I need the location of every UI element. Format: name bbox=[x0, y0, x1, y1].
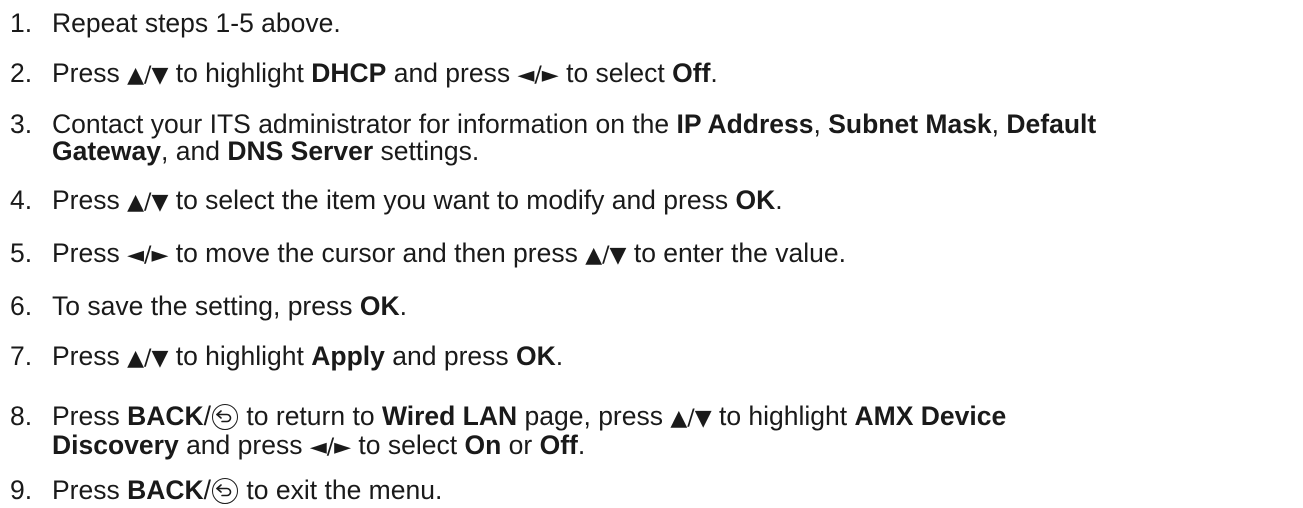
step-text: Press bbox=[52, 475, 128, 505]
step-text: to select the item you want to modify an… bbox=[168, 185, 736, 215]
step-text: and press bbox=[386, 58, 518, 88]
left-right-arrow-icon: ◄/► bbox=[127, 243, 169, 268]
step-number: 2. bbox=[10, 58, 33, 88]
step-text-line: Repeat steps 1-5 above. bbox=[52, 8, 1303, 38]
step-number: 3. bbox=[10, 109, 33, 139]
up-down-arrow-icon: ▲/▼ bbox=[127, 190, 169, 215]
step-emphasis: OK bbox=[735, 185, 776, 215]
step-text-line: Press ▲/▼ to highlight Apply and press O… bbox=[52, 341, 1303, 374]
up-down-arrow-icon: ▲/▼ bbox=[127, 346, 169, 371]
step-text: / bbox=[203, 475, 212, 505]
step-text-line: Press ◄/► to move the cursor and then pr… bbox=[52, 238, 1303, 271]
step-emphasis: AMX Device bbox=[854, 401, 1007, 431]
step-emphasis: Subnet Mask bbox=[828, 109, 992, 139]
step-number: 9. bbox=[10, 475, 33, 505]
step-emphasis: On bbox=[464, 430, 502, 460]
step-item: 7. Press ▲/▼ to highlight Apply and press… bbox=[10, 341, 1303, 374]
back-icon bbox=[212, 404, 239, 430]
step-emphasis: OK bbox=[516, 341, 556, 371]
step-text: Press bbox=[52, 58, 128, 88]
up-down-arrow-icon: ▲/▼ bbox=[127, 63, 169, 88]
step-text: , bbox=[991, 109, 1007, 139]
step-text: Press bbox=[52, 185, 128, 215]
step-emphasis: Off bbox=[539, 430, 578, 460]
step-text: and press bbox=[178, 430, 310, 460]
step-text: to highlight bbox=[711, 401, 855, 431]
step-text: . bbox=[775, 185, 783, 215]
step-text: , bbox=[813, 109, 829, 139]
step-number: 7. bbox=[10, 341, 33, 371]
step-emphasis: Discovery bbox=[52, 430, 179, 460]
step-text: . bbox=[710, 58, 718, 88]
step-item: 6. To save the setting, press OK. bbox=[10, 291, 1303, 321]
step-text-line: Press ▲/▼ to select the item you want to… bbox=[52, 185, 1303, 218]
step-number: 8. bbox=[10, 401, 33, 431]
step-text-line: Press ▲/▼ to highlight DHCP and press ◄/… bbox=[52, 58, 1303, 91]
step-text: Repeat steps 1-5 above. bbox=[52, 8, 341, 38]
step-text: Press bbox=[52, 238, 128, 268]
step-item: 3. Contact your ITS administrator for inf… bbox=[10, 111, 1303, 165]
step-text: Press bbox=[52, 401, 128, 431]
left-right-arrow-icon: ◄/► bbox=[517, 63, 559, 88]
step-text-line: Press BACK/ to exit the menu. bbox=[52, 475, 1303, 505]
step-text: to move the cursor and then press bbox=[168, 238, 586, 268]
step-emphasis: OK bbox=[359, 291, 400, 321]
up-down-arrow-icon: ▲/▼ bbox=[585, 243, 627, 268]
left-right-arrow-icon: ◄/► bbox=[309, 435, 352, 460]
step-text-line: Press BACK/ to return to Wired LAN page,… bbox=[52, 403, 1303, 432]
step-text: and press bbox=[384, 341, 516, 371]
step-item: 5. Press ◄/► to move the cursor and then … bbox=[10, 238, 1303, 271]
step-text-line: Contact your ITS administrator for infor… bbox=[52, 111, 1303, 138]
step-text: settings. bbox=[373, 136, 480, 166]
step-text: / bbox=[203, 401, 212, 431]
step-emphasis: DHCP bbox=[311, 58, 387, 88]
step-emphasis: Apply bbox=[311, 341, 385, 371]
step-text: to highlight bbox=[168, 341, 312, 371]
step-text: . bbox=[555, 341, 564, 371]
step-emphasis: Wired LAN bbox=[381, 401, 518, 431]
step-text: . bbox=[399, 291, 407, 321]
step-text: to return to bbox=[239, 401, 382, 431]
step-text: or bbox=[501, 430, 540, 460]
step-emphasis: IP Address bbox=[676, 109, 814, 139]
step-text: to exit the menu. bbox=[239, 475, 443, 505]
step-number: 5. bbox=[10, 238, 33, 268]
step-text: page, press bbox=[517, 401, 671, 431]
step-number: 6. bbox=[10, 291, 33, 321]
step-text: to enter the value. bbox=[626, 238, 846, 268]
step-text-line: Gateway, and DNS Server settings. bbox=[52, 138, 1303, 165]
step-text: . bbox=[577, 430, 586, 460]
step-item: 4. Press ▲/▼ to select the item you want … bbox=[10, 185, 1303, 218]
step-emphasis: Default bbox=[1006, 109, 1097, 139]
step-item: 8. Press BACK/ to return to Wired LAN pag… bbox=[10, 403, 1303, 461]
step-emphasis: BACK bbox=[127, 401, 204, 431]
step-text: to highlight bbox=[168, 58, 312, 88]
step-number: 4. bbox=[10, 185, 33, 215]
step-text-line: Discovery and press ◄/► to select On or … bbox=[52, 432, 1303, 461]
step-emphasis: DNS Server bbox=[227, 136, 374, 166]
step-item: 2. Press ▲/▼ to highlight DHCP and press … bbox=[10, 58, 1303, 91]
step-item: 1. Repeat steps 1-5 above. bbox=[10, 8, 1303, 38]
back-icon bbox=[212, 478, 239, 504]
step-emphasis: Gateway bbox=[52, 136, 162, 166]
step-text: To save the setting, press bbox=[52, 291, 360, 321]
up-down-arrow-icon: ▲/▼ bbox=[670, 406, 712, 431]
step-text: to select bbox=[351, 430, 465, 460]
step-text: to select bbox=[558, 58, 673, 88]
step-text: Contact your ITS administrator for infor… bbox=[52, 109, 677, 139]
step-emphasis: BACK bbox=[127, 475, 204, 505]
steps-list: 1. Repeat steps 1-5 above. 2. Press ▲/▼ to … bbox=[0, 0, 1303, 505]
step-text: , and bbox=[161, 136, 228, 166]
step-item: 9. Press BACK/ to exit the menu. bbox=[10, 475, 1303, 505]
step-emphasis: Off bbox=[672, 58, 711, 88]
step-text: Press bbox=[52, 341, 128, 371]
step-number: 1. bbox=[10, 8, 33, 38]
step-text-line: To save the setting, press OK. bbox=[52, 291, 1303, 321]
